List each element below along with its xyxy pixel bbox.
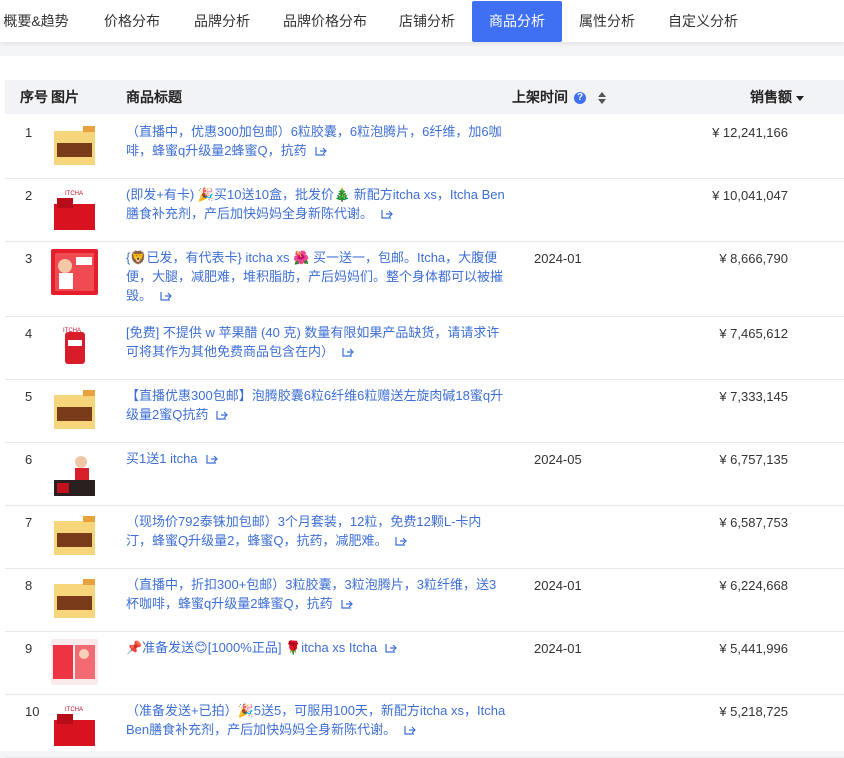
product-thumbnail[interactable]: ITCHA xyxy=(51,324,98,370)
sales-amount: ¥ 5,218,725 xyxy=(719,704,788,719)
product-title[interactable]: （直播中，折扣300+包邮）3粒胶囊，3粒泡腾片，3粒纤维，送3杯咖啡，蜂蜜q升… xyxy=(126,577,496,611)
product-thumbnail[interactable]: ITCHA xyxy=(51,186,98,232)
product-thumbnail[interactable] xyxy=(51,576,98,622)
listed-date: 2024-01 xyxy=(534,641,582,656)
external-link-icon[interactable] xyxy=(333,596,353,611)
sales-amount: ¥ 8,666,790 xyxy=(719,251,788,266)
sales-amount: ¥ 12,241,166 xyxy=(712,125,788,140)
table-row: 2 ITCHA (即发+有卡) 🎉买10送10盒，批发价🎄 新配方itcha xs，… xyxy=(5,178,844,242)
product-title-link[interactable]: （直播中，优惠300加包邮）6粒胶囊，6粒泡腾片，6纤维，加6咖啡，蜂蜜q升级量… xyxy=(126,122,506,160)
sort-desc-icon[interactable] xyxy=(796,95,804,101)
row-index: 8 xyxy=(25,578,33,593)
sales-amount: ¥ 10,041,047 xyxy=(712,188,788,203)
header-index: 序号 xyxy=(20,89,48,105)
row-index: 6 xyxy=(25,452,33,467)
table-row: 6 买1送1 itcha 2024-05 ¥ 6,757,135 xyxy=(5,442,844,506)
product-title-link[interactable]: 【直播优惠300包邮】泡腾胶囊6粒6纤维6粒赠送左旋肉碱18蜜q升级量2蜜Q抗药 xyxy=(126,386,506,424)
row-index: 2 xyxy=(25,188,33,203)
sales-amount: ¥ 5,441,996 xyxy=(719,641,788,656)
tab-7[interactable]: 自定义分析 xyxy=(654,1,752,42)
product-thumbnail[interactable] xyxy=(51,639,98,685)
tab-1[interactable]: 价格分布 xyxy=(88,1,176,42)
table-row: 10 ITCHA （准备发送+已拍）🎉5送5，可服用100天，新配方itcha xs… xyxy=(5,694,844,758)
svg-text:ITCHA: ITCHA xyxy=(65,707,83,713)
row-index: 1 xyxy=(25,125,33,140)
row-index: 3 xyxy=(25,251,33,266)
product-title[interactable]: [免费] 不提供 w 苹果醋 (40 克) 数量有限如果产品缺货，请请求许可将其… xyxy=(126,325,499,359)
product-title-link[interactable]: {🦁已发，有代表卡} itcha xs 🌺 买一送一，包邮。Itcha，大腹便便… xyxy=(126,248,506,305)
product-title-link[interactable]: (即发+有卡) 🎉买10送10盒，批发价🎄 新配方itcha xs，Itcha … xyxy=(126,185,506,223)
header-listed-time-label: 上架时间 xyxy=(512,89,568,105)
table-header: 序号 图片 商品标题 上架时间? 销售额 xyxy=(5,80,844,114)
row-index: 9 xyxy=(25,641,33,656)
product-title-link[interactable]: [免费] 不提供 w 苹果醋 (40 克) 数量有限如果产品缺货，请请求许可将其… xyxy=(126,323,506,361)
table-row: 5 【直播优惠300包邮】泡腾胶囊6粒6纤维6粒赠送左旋肉碱18蜜q升级量2蜜Q抗… xyxy=(5,379,844,443)
external-link-icon[interactable] xyxy=(198,451,218,466)
product-thumbnail[interactable] xyxy=(51,387,98,433)
row-index: 7 xyxy=(25,515,33,530)
external-link-icon[interactable] xyxy=(307,143,327,158)
product-title[interactable]: 买1送1 itcha xyxy=(126,451,198,466)
table-row: 9 📌准备发送😊[1000%正品] 🌹itcha xs Itcha 2024-01 ¥… xyxy=(5,631,844,695)
product-thumbnail[interactable]: ITCHA xyxy=(51,702,98,748)
sales-amount: ¥ 6,757,135 xyxy=(719,452,788,467)
table-row: 1 （直播中，优惠300加包邮）6粒胶囊，6粒泡腾片，6纤维，加6咖啡，蜂蜜q升级… xyxy=(5,115,844,179)
product-thumbnail[interactable] xyxy=(51,249,98,295)
row-index: 10 xyxy=(25,704,40,719)
product-thumbnail[interactable] xyxy=(51,123,98,169)
external-link-icon[interactable] xyxy=(334,344,354,359)
tab-6[interactable]: 属性分析 xyxy=(564,1,650,42)
table-row: 3 {🦁已发，有代表卡} itcha xs 🌺 买一送一，包邮。Itcha，大腹便… xyxy=(5,241,844,317)
header-image: 图片 xyxy=(51,89,79,105)
table-row: 4 ITCHA [免费] 不提供 w 苹果醋 (40 克) 数量有限如果产品缺货，请… xyxy=(5,316,844,380)
svg-text:ITCHA: ITCHA xyxy=(65,191,83,197)
product-title-link[interactable]: 📌准备发送😊[1000%正品] 🌹itcha xs Itcha xyxy=(126,638,506,657)
product-title-link[interactable]: （直播中，折扣300+包邮）3粒胶囊，3粒泡腾片，3粒纤维，送3杯咖啡，蜂蜜q升… xyxy=(126,575,506,613)
sort-icon[interactable] xyxy=(598,92,606,105)
product-title-link[interactable]: （准备发送+已拍）🎉5送5，可服用100天，新配方itcha xs，Itcha … xyxy=(126,701,506,739)
sales-amount: ¥ 6,587,753 xyxy=(719,515,788,530)
header-sales-label: 销售额 xyxy=(750,89,792,105)
product-thumbnail[interactable] xyxy=(51,513,98,559)
tab-bar: 概要&趋势 价格分布 品牌分析 品牌价格分布 店铺分析 商品分析 属性分析 自定义分析 xyxy=(0,0,844,42)
external-link-icon[interactable] xyxy=(152,288,172,303)
product-thumbnail[interactable] xyxy=(51,450,98,496)
help-icon[interactable]: ? xyxy=(574,92,586,105)
external-link-icon[interactable] xyxy=(396,722,416,737)
svg-text:ITCHA: ITCHA xyxy=(63,328,81,334)
header-title: 商品标题 xyxy=(126,89,182,105)
product-title-link[interactable]: 买1送1 itcha xyxy=(126,449,506,468)
table-row: 8 （直播中，折扣300+包邮）3粒胶囊，3粒泡腾片，3粒纤维，送3杯咖啡，蜂蜜q… xyxy=(5,568,844,632)
header-listed-time[interactable]: 上架时间? xyxy=(512,80,606,114)
table-row: 7 （现场价792泰铢加包邮）3个月套装，12粒，免费12颗L-卡内汀，蜂蜜Q升级… xyxy=(5,505,844,569)
product-title[interactable]: （准备发送+已拍）🎉5送5，可服用100天，新配方itcha xs，Itcha … xyxy=(126,703,505,737)
product-title[interactable]: （现场价792泰铢加包邮）3个月套装，12粒，免费12颗L-卡内汀，蜂蜜Q升级量… xyxy=(126,514,481,548)
tab-0[interactable]: 概要&趋势 xyxy=(0,1,72,42)
tab-5[interactable]: 商品分析 xyxy=(472,1,562,42)
sales-amount: ¥ 6,224,668 xyxy=(719,578,788,593)
row-index: 5 xyxy=(25,389,33,404)
header-sales[interactable]: 销售额 xyxy=(750,80,804,114)
listed-date: 2024-01 xyxy=(534,251,582,266)
sales-amount: ¥ 7,465,612 xyxy=(719,326,788,341)
product-title[interactable]: {🦁已发，有代表卡} itcha xs 🌺 买一送一，包邮。Itcha，大腹便便… xyxy=(126,250,503,303)
tab-4[interactable]: 店铺分析 xyxy=(384,1,470,42)
external-link-icon[interactable] xyxy=(373,206,393,221)
product-title-link[interactable]: （现场价792泰铢加包邮）3个月套装，12粒，免费12颗L-卡内汀，蜂蜜Q升级量… xyxy=(126,512,506,550)
listed-date: 2024-01 xyxy=(534,578,582,593)
listed-date: 2024-05 xyxy=(534,452,582,467)
sales-amount: ¥ 7,333,145 xyxy=(719,389,788,404)
row-index: 4 xyxy=(25,326,33,341)
external-link-icon[interactable] xyxy=(377,640,397,655)
product-title[interactable]: (即发+有卡) 🎉买10送10盒，批发价🎄 新配方itcha xs，Itcha … xyxy=(126,187,505,221)
product-title[interactable]: 📌准备发送😊[1000%正品] 🌹itcha xs Itcha xyxy=(126,640,377,655)
tab-2[interactable]: 品牌分析 xyxy=(178,1,266,42)
tab-3[interactable]: 品牌价格分布 xyxy=(268,1,382,42)
product-title[interactable]: 【直播优惠300包邮】泡腾胶囊6粒6纤维6粒赠送左旋肉碱18蜜q升级量2蜜Q抗药 xyxy=(126,388,503,422)
external-link-icon[interactable] xyxy=(387,533,408,548)
external-link-icon[interactable] xyxy=(208,407,229,422)
